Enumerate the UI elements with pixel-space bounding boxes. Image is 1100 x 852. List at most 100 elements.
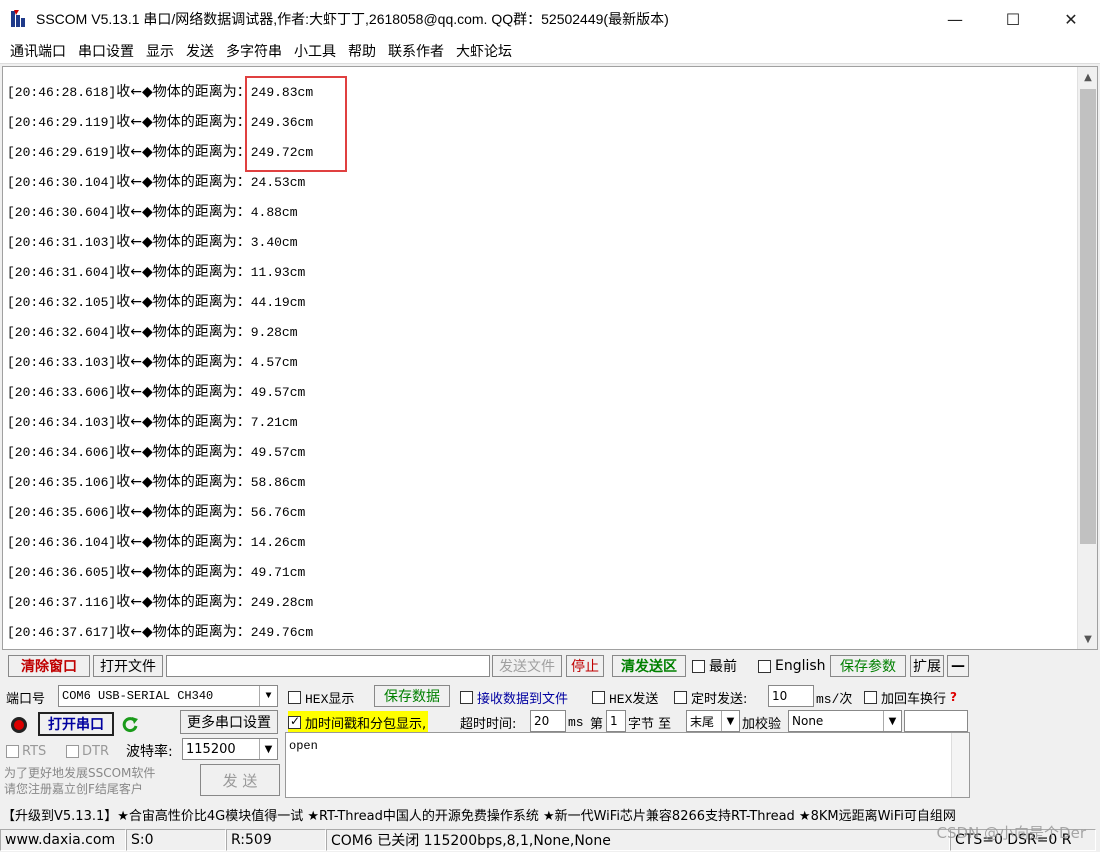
log-prefix: 收←◆物体的距离为：	[116, 564, 251, 580]
log-prefix: 收←◆物体的距离为：	[116, 174, 251, 190]
send-file-button[interactable]: 发送文件	[492, 655, 562, 677]
timed-send-option[interactable]: 定时发送:	[674, 686, 747, 708]
menu-display[interactable]: 显示	[140, 41, 180, 61]
save-params-button[interactable]: 保存参数	[830, 655, 906, 677]
menu-help[interactable]: 帮助	[342, 41, 382, 61]
close-button[interactable]: ✕	[1042, 0, 1100, 38]
save-data-button[interactable]: 保存数据	[374, 685, 450, 707]
log-timestamp: [20:46:36.104]	[7, 535, 117, 550]
recv-to-file-checkbox[interactable]	[460, 690, 473, 704]
receive-log[interactable]: [20:46:28.618]收←◆物体的距离为：249.83cm [20:46:2…	[2, 66, 1098, 650]
log-timestamp: [20:46:34.606]	[7, 445, 117, 460]
status-website[interactable]: www.daxia.com	[0, 829, 126, 851]
clear-window-button[interactable]: 清除窗口	[8, 655, 90, 677]
checksum-select[interactable]: None ▼	[788, 710, 902, 732]
english-label: English	[775, 658, 826, 674]
english-option[interactable]: English	[758, 655, 826, 677]
port-status-icon	[10, 714, 30, 736]
menu-tools[interactable]: 小工具	[288, 41, 342, 61]
hex-send-checkbox[interactable]	[592, 690, 605, 704]
status-port-state: COM6 已关闭 115200bps,8,1,None,None	[326, 829, 950, 851]
english-checkbox[interactable]	[758, 659, 771, 673]
dtr-checkbox[interactable]	[66, 744, 79, 758]
log-line: [20:46:32.105]收←◆物体的距离为：44.19cm	[7, 287, 313, 317]
log-line: [20:46:31.103]收←◆物体的距离为：3.40cm	[7, 227, 313, 257]
log-prefix: 收←◆物体的距离为：	[116, 534, 251, 550]
maximize-button[interactable]: ☐	[984, 0, 1042, 38]
menu-forum[interactable]: 大虾论坛	[450, 41, 518, 61]
nth-label: 第	[590, 716, 604, 732]
menu-serial-settings[interactable]: 串口设置	[72, 41, 140, 61]
status-bar: www.daxia.com S:0 R:509 COM6 已关闭 115200b…	[0, 828, 1100, 852]
scroll-up-icon[interactable]: ▲	[1078, 67, 1097, 87]
help-icon[interactable]: ?	[950, 690, 957, 704]
file-path-input[interactable]	[166, 655, 490, 677]
menu-bar: 通讯端口 串口设置 显示 发送 多字符串 小工具 帮助 联系作者 大虾论坛	[0, 38, 1100, 64]
highlight-annotation	[245, 76, 347, 172]
timestamp-checkbox[interactable]	[288, 714, 301, 729]
timed-send-checkbox[interactable]	[674, 690, 687, 704]
timeout-input[interactable]: 20	[530, 710, 566, 732]
minimize-button[interactable]: —	[926, 0, 984, 38]
log-prefix: 收←◆物体的距离为：	[116, 114, 251, 130]
log-scrollbar[interactable]: ▲ ▼	[1077, 67, 1097, 649]
collapse-button[interactable]: —	[947, 655, 969, 677]
stop-button[interactable]: 停止	[566, 655, 604, 677]
promo-text: 为了更好地发展SSCOM软件 请您注册嘉立创F结尾客户	[4, 766, 156, 796]
checksum-result-field[interactable]	[904, 710, 968, 732]
log-value: 49.57cm	[250, 445, 306, 460]
rts-checkbox[interactable]	[6, 744, 19, 758]
port-select[interactable]: COM6 USB-SERIAL CH340 ▼	[58, 685, 278, 707]
byte-to-label: 字节 至	[628, 716, 672, 732]
menu-comm-port[interactable]: 通讯端口	[4, 41, 72, 61]
recv-to-file-option[interactable]: 接收数据到文件	[460, 686, 568, 708]
dtr-label: DTR	[82, 743, 109, 759]
refresh-icon[interactable]	[120, 714, 140, 736]
log-line: [20:46:34.103]收←◆物体的距离为：7.21cm	[7, 407, 313, 437]
log-timestamp: [20:46:33.103]	[7, 355, 117, 370]
send-text-area[interactable]: open	[285, 732, 970, 798]
log-line: [20:46:30.604]收←◆物体的距离为：4.88cm	[7, 197, 313, 227]
add-crlf-option[interactable]: 加回车换行?	[864, 686, 957, 708]
baud-select[interactable]: 115200 ▼	[182, 738, 278, 760]
rts-option[interactable]: RTS	[6, 740, 46, 762]
topmost-checkbox[interactable]	[692, 659, 705, 673]
log-line: [20:46:36.104]收←◆物体的距离为：14.26cm	[7, 527, 313, 557]
log-line: [20:46:37.116]收←◆物体的距离为：249.28cm	[7, 587, 313, 617]
topmost-option[interactable]: 最前	[692, 655, 737, 677]
port-select-value: COM6 USB-SERIAL CH340	[62, 689, 214, 703]
log-value: 14.26cm	[250, 535, 306, 550]
send-button[interactable]: 发 送	[200, 764, 280, 796]
menu-contact-author[interactable]: 联系作者	[382, 41, 450, 61]
timestamp-label: 加时间戳和分包显示,	[305, 716, 427, 732]
log-timestamp: [20:46:31.604]	[7, 265, 117, 280]
dtr-option[interactable]: DTR	[66, 740, 109, 762]
expand-button[interactable]: 扩展	[910, 655, 944, 677]
more-settings-button[interactable]: 更多串口设置	[180, 710, 278, 734]
add-crlf-checkbox[interactable]	[864, 690, 877, 704]
end-select[interactable]: 末尾 ▼	[686, 710, 740, 732]
hex-display-option[interactable]: HEX显示	[288, 686, 354, 708]
promo-banner[interactable]: 【升级到V5.13.1】★合宙高性价比4G模块值得一试 ★RT-Thread中国…	[0, 802, 1100, 826]
watermark: CSDN @小向是个Der	[936, 824, 1086, 842]
open-port-button[interactable]: 打开串口	[38, 712, 114, 736]
scroll-down-icon[interactable]: ▼	[1078, 629, 1097, 649]
log-value: 24.53cm	[250, 175, 306, 190]
clear-send-button[interactable]: 清发送区	[612, 655, 686, 677]
send-area-scrollbar[interactable]	[951, 733, 969, 797]
log-value: 9.28cm	[250, 325, 298, 340]
timestamp-option[interactable]: 加时间戳和分包显示,	[288, 711, 429, 733]
interval-input[interactable]: 10	[768, 685, 814, 707]
scroll-thumb[interactable]	[1080, 89, 1096, 544]
rts-label: RTS	[22, 743, 47, 759]
hex-display-checkbox[interactable]	[288, 690, 301, 704]
nth-input[interactable]: 1	[606, 710, 626, 732]
open-file-button[interactable]: 打开文件	[93, 655, 163, 677]
action-toolbar: 清除窗口 打开文件 发送文件 停止 清发送区 最前 English 保存参数 扩…	[0, 652, 1100, 680]
hex-send-option[interactable]: HEX发送	[592, 686, 658, 708]
menu-send[interactable]: 发送	[180, 41, 220, 61]
log-value: 4.57cm	[250, 355, 298, 370]
menu-multi-string[interactable]: 多字符串	[220, 41, 288, 61]
log-value: 11.93cm	[250, 265, 306, 280]
log-prefix: 收←◆物体的距离为：	[116, 624, 251, 640]
